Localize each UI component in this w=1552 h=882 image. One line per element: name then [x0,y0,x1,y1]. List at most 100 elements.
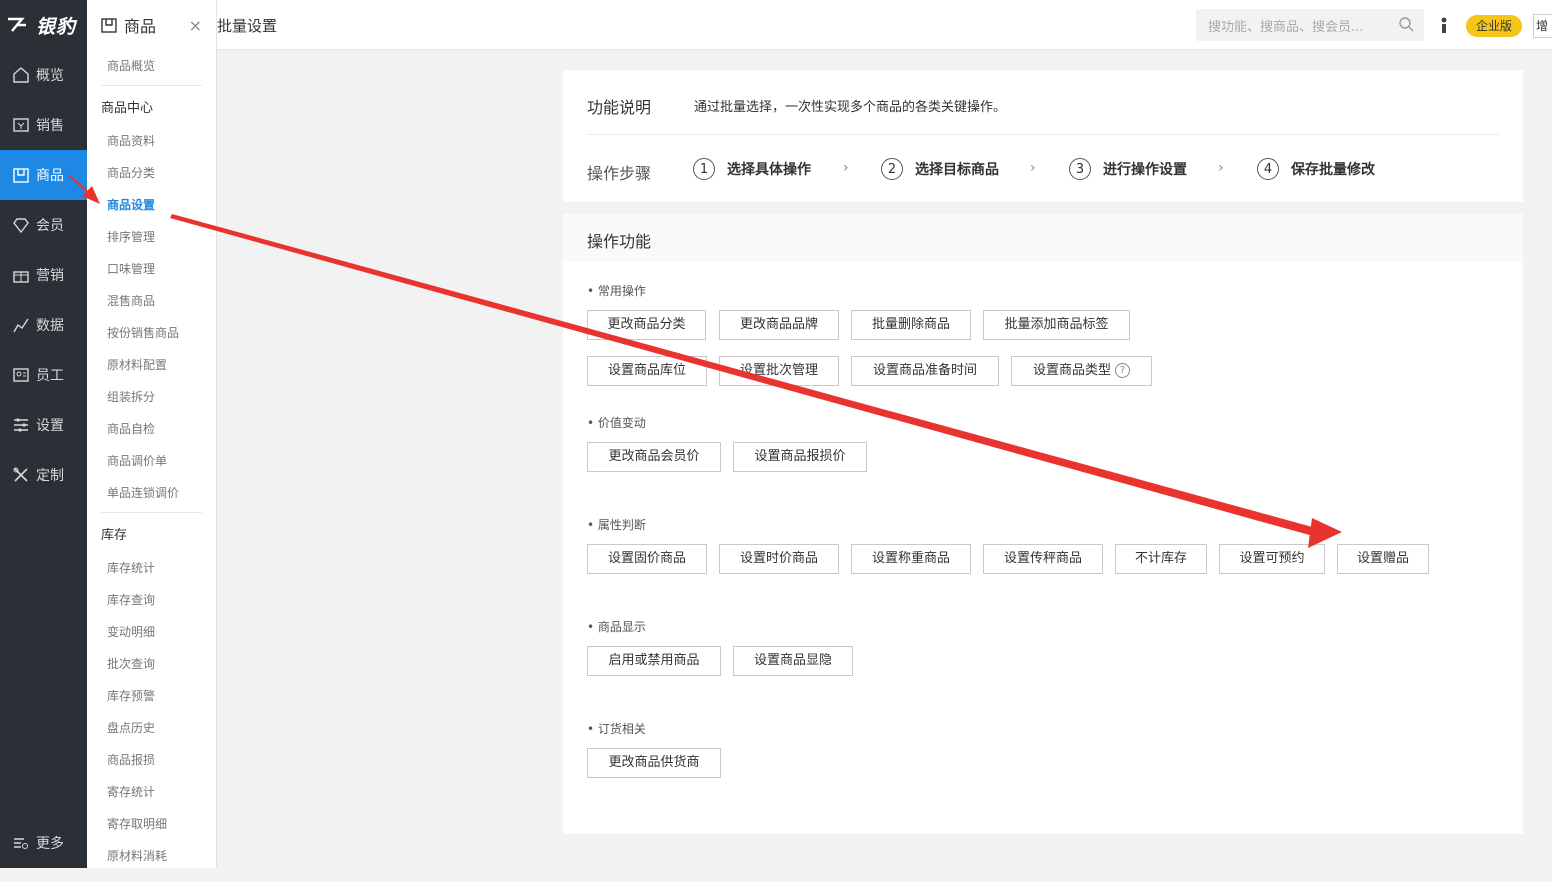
logo[interactable]: 银豹 [0,0,87,50]
section-title-display: • 商品显示 [587,620,646,634]
more-list-icon [14,838,28,849]
subnav-item[interactable]: 商品设置 [87,189,216,221]
set-gift-button[interactable]: 设置赠品 [1337,544,1429,574]
nav-item-data[interactable]: 数据 [0,300,87,350]
subnav-item[interactable]: 混售商品 [87,285,216,317]
nav-label: 更多 [36,836,64,852]
step-3: 3 进行操作设置 [1069,158,1187,180]
divider [101,85,202,86]
steps-label: 操作步骤 [587,164,652,183]
search-input[interactable]: 搜功能、搜商品、搜会员... [1196,9,1424,41]
subnav-item[interactable]: 商品资料 [87,125,216,157]
nav-item-sales[interactable]: 销售 [0,100,87,150]
set-prep-time-button[interactable]: 设置商品准备时间 [851,356,999,386]
set-batch-management-button[interactable]: 设置批次管理 [719,356,839,386]
subnav-item[interactable]: 库存统计 [87,552,216,584]
gift-icon [13,271,29,283]
section-title-ordering: • 订货相关 [587,722,646,736]
set-loss-price-button[interactable]: 设置商品报损价 [733,442,867,472]
func-title: 功能说明 [587,98,652,117]
change-supplier-button[interactable]: 更改商品供货商 [587,748,721,778]
sliders-icon [14,418,28,432]
intro-card: 功能说明 通过批量选择，一次性实现多个商品的各类关键操作。 操作步骤 1 选择具… [563,70,1523,202]
step-number: 3 [1069,158,1091,180]
no-inventory-button[interactable]: 不计库存 [1115,544,1207,574]
shop-icon [13,168,29,183]
close-icon[interactable]: × [189,16,202,35]
subnav-group-inventory: 库存统计 库存查询 变动明细 批次查询 库存预警 盘点历史 商品报损 寄存统计 寄存取明细 原材料… [87,552,216,868]
set-product-type-button[interactable]: 设置商品类型? [1011,356,1152,386]
help-icon[interactable]: ? [1115,363,1130,378]
subnav-group-product-center: 商品资料 商品分类 商品设置 排序管理 口味管理 混售商品 按份销售商品 原材料配置 组装拆分商… [87,125,216,509]
nav-label: 会员 [36,218,64,234]
shop-icon [101,18,117,33]
step-1: 1 选择具体操作 [693,158,811,180]
nav-item-staff[interactable]: 员工 [0,350,87,400]
subnav-item[interactable]: 组装拆分 [87,381,216,413]
subnav-item[interactable]: 寄存统计 [87,776,216,808]
subnav-item[interactable]: 原材料配置 [87,349,216,381]
operations-title: 操作功能 [563,214,1523,262]
nav-item-custom[interactable]: 定制 [0,450,87,500]
step-4: 4 保存批量修改 [1257,158,1375,180]
change-category-button[interactable]: 更改商品分类 [587,310,706,340]
edition-badge[interactable]: 企业版 [1466,15,1523,37]
section-title-common: • 常用操作 [587,284,646,298]
set-time-price-button[interactable]: 设置时价商品 [719,544,839,574]
subnav-item-overview[interactable]: 商品概览 [87,50,216,82]
step-number: 1 [693,158,715,180]
subnav-title: 商品 [124,17,157,36]
subnav-item[interactable]: 商品自检 [87,413,216,445]
nav-item-overview[interactable]: 概览 [0,50,87,100]
chevron-right-icon: › [1218,160,1224,176]
diamond-icon [13,218,29,234]
user-icon[interactable] [1441,16,1447,34]
nav-label: 员工 [36,368,64,384]
subnav-item[interactable]: 批次查询 [87,648,216,680]
subnav-item[interactable]: 寄存取明细 [87,808,216,840]
subnav-item[interactable]: 变动明细 [87,616,216,648]
nav-item-more[interactable]: 更多 [0,818,87,868]
breadcrumb[interactable]: 批量设置 [217,15,277,36]
main-nav: 银豹 概览 销售 商品 会员 营销 数据 员工 设置 定制 更多 [0,0,87,868]
subnav-item[interactable]: 商品报损 [87,744,216,776]
divider [587,134,1499,135]
subnav-item[interactable]: 商品调价单 [87,445,216,477]
product-subnav: 商品 × 商品概览 商品中心 商品资料 商品分类 商品设置 排序管理 口味管理 混售商品按… [87,0,217,868]
nav-label: 营销 [36,268,64,284]
nav-item-settings[interactable]: 设置 [0,400,87,450]
subnav-item[interactable]: 库存预警 [87,680,216,712]
set-scale-sync-button[interactable]: 设置传秤商品 [983,544,1103,574]
nav-item-members[interactable]: 会员 [0,200,87,250]
batch-delete-button[interactable]: 批量删除商品 [851,310,971,340]
set-visibility-button[interactable]: 设置商品显隐 [733,646,853,676]
top-bar: 批量设置 搜功能、搜商品、搜会员... 企业版 增值 [217,0,1552,50]
change-brand-button[interactable]: 更改商品品牌 [719,310,839,340]
subnav-item[interactable]: 单品连锁调价 [87,477,216,509]
nav-label: 定制 [36,468,64,484]
set-location-button[interactable]: 设置商品库位 [587,356,707,386]
step-label: 选择目标商品 [915,162,999,178]
subnav-item[interactable]: 排序管理 [87,221,216,253]
set-weighing-button[interactable]: 设置称重商品 [851,544,971,574]
divider [101,512,202,513]
subnav-item[interactable]: 按份销售商品 [87,317,216,349]
subnav-group-title: 商品中心 [101,101,154,116]
subnav-item[interactable]: 商品分类 [87,157,216,189]
subnav-item[interactable]: 原材料消耗 [87,840,216,868]
sales-icon [13,118,29,132]
batch-add-tag-button[interactable]: 批量添加商品标签 [983,310,1130,340]
nav-item-marketing[interactable]: 营销 [0,250,87,300]
subnav-item[interactable]: 库存查询 [87,584,216,616]
change-member-price-button[interactable]: 更改商品会员价 [587,442,721,472]
app-root: 银豹 概览 销售 商品 会员 营销 数据 员工 设置 定制 更多 商品 × 商品… [0,0,1552,882]
enable-disable-button[interactable]: 启用或禁用商品 [587,646,721,676]
set-reservable-button[interactable]: 设置可预约 [1219,544,1325,574]
subnav-item[interactable]: 口味管理 [87,253,216,285]
set-fixed-price-button[interactable]: 设置固价商品 [587,544,707,574]
subnav-item[interactable]: 盘点历史 [87,712,216,744]
increment-button[interactable]: 增值 [1533,14,1552,38]
nav-item-products[interactable]: 商品 [0,150,87,200]
search-icon[interactable] [1398,16,1414,32]
logo-text: 银豹 [36,15,77,38]
